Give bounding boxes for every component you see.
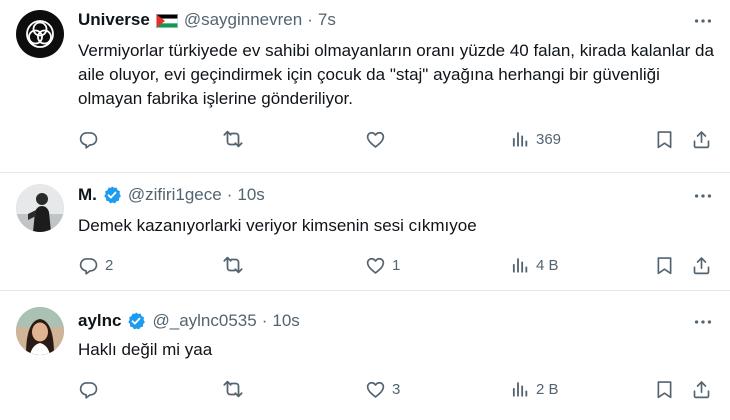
bookmark-button[interactable] [654,254,675,276]
verified-badge-icon [102,185,122,205]
share-icon [691,379,712,400]
reply-button[interactable] [78,128,105,150]
verified-badge-icon [126,311,146,331]
tweet[interactable]: M. @zifiri1gece · 10s Demek kazanıyorlar… [0,173,730,289]
tweet[interactable]: aylnc @_aylnc0535 · 10s Haklı değil mi y… [0,291,730,420]
retweet-icon [222,128,244,150]
like-button[interactable] [365,128,392,150]
more-options-icon[interactable] [692,185,716,205]
reply-icon [78,129,99,150]
reply-icon [78,379,99,400]
views-count: 369 [536,130,562,148]
tweet-actions: 2 1 4 B [78,254,718,276]
display-name[interactable]: M. [78,185,97,205]
tweet[interactable]: Universe @sayginnevren · 7s Vermiyorlar … [0,0,730,172]
share-button[interactable] [691,378,712,400]
bookmark-button[interactable] [654,378,675,400]
share-icon [691,129,712,150]
reply-count: 2 [105,256,114,274]
bookmark-icon [654,255,675,276]
tweet-actions: 369 [78,128,718,150]
retweet-button[interactable] [222,128,250,150]
tweet-text: Vermiyorlar türkiyede ev sahibi olmayanl… [78,41,714,108]
more-options-icon[interactable] [692,10,716,30]
like-button[interactable]: 3 [365,378,400,400]
separator-dot: · [307,10,313,29]
separator-dot: · [261,311,268,330]
tweet-header: aylnc @_aylnc0535 · 10s [78,311,300,331]
tweet-text: Demek kazanıyorlarki veriyor kimsenin se… [78,216,477,235]
heart-icon [365,129,386,150]
views-button[interactable]: 2 B [510,378,559,400]
tweet-header: Universe @sayginnevren · 7s [78,10,336,30]
bookmark-icon [654,379,675,400]
more-options-icon[interactable] [692,311,716,331]
palestine-flag-icon [155,13,178,28]
like-count: 1 [392,256,401,274]
like-button[interactable]: 1 [365,254,400,276]
share-button[interactable] [691,254,712,276]
views-bar-chart-icon [510,129,530,149]
user-handle[interactable]: @_aylnc0535 [152,311,256,331]
retweet-icon [222,254,244,276]
views-bar-chart-icon [510,379,530,399]
like-count: 3 [392,380,401,398]
views-button[interactable]: 4 B [510,254,559,276]
avatar[interactable] [16,10,64,58]
timestamp[interactable]: 10s [272,311,299,331]
heart-icon [365,255,386,276]
tweet-header: M. @zifiri1gece · 10s [78,185,265,205]
reply-button[interactable] [78,378,105,400]
display-name[interactable]: Universe [78,10,150,30]
views-count: 4 B [536,256,559,274]
user-handle[interactable]: @zifiri1gece [128,185,222,205]
bookmark-button[interactable] [654,128,675,150]
views-bar-chart-icon [510,255,530,275]
views-button[interactable]: 369 [510,128,561,150]
user-handle[interactable]: @sayginnevren [184,10,302,30]
tweet-actions: 3 2 B [78,378,718,400]
retweet-button[interactable] [222,254,250,276]
timestamp[interactable]: 7s [318,10,336,30]
retweet-button[interactable] [222,378,250,400]
avatar[interactable] [16,307,64,355]
separator-dot: · [226,185,233,204]
tweet-text: Haklı değil mi yaa [78,340,213,359]
share-button[interactable] [691,128,712,150]
display-name[interactable]: aylnc [78,311,121,331]
bookmark-icon [654,129,675,150]
timestamp[interactable]: 10s [237,185,264,205]
retweet-icon [222,378,244,400]
heart-icon [365,379,386,400]
reply-icon [78,255,99,276]
share-icon [691,255,712,276]
avatar[interactable] [16,184,64,232]
views-count: 2 B [536,380,559,398]
reply-button[interactable]: 2 [78,254,113,276]
